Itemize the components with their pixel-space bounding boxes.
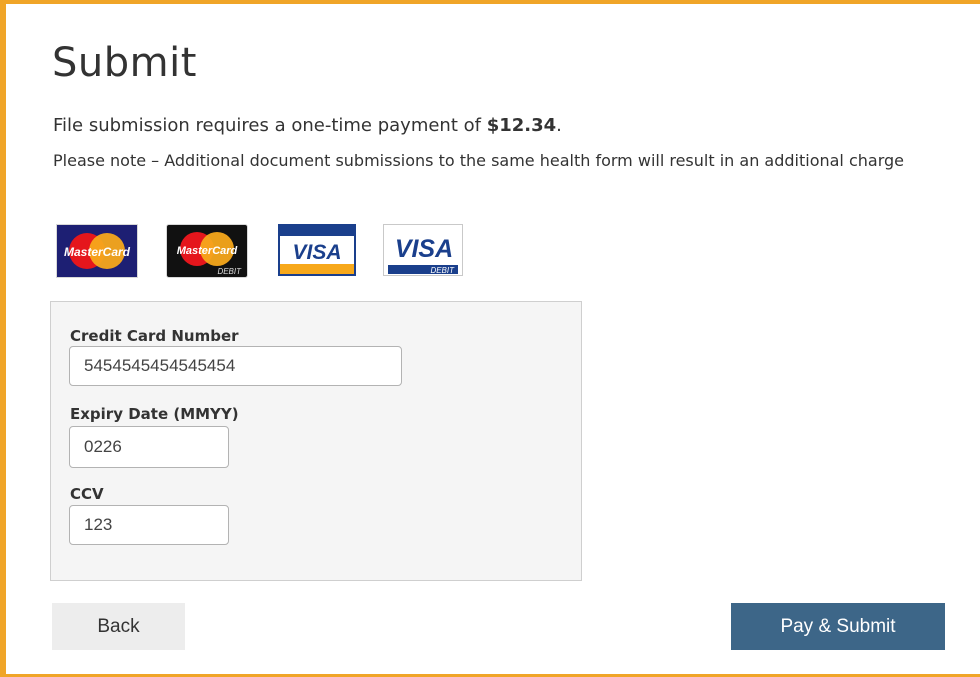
back-button[interactable]: Back <box>52 603 185 650</box>
page-title: Submit <box>52 40 197 86</box>
payment-text: File submission requires a one-time paym… <box>53 115 487 136</box>
additional-charge-note: Please note – Additional document submis… <box>53 151 904 170</box>
pay-and-submit-button[interactable]: Pay & Submit <box>731 603 945 650</box>
mastercard-icon: MasterCard <box>56 224 138 278</box>
mastercard-debit-icon: MasterCard DEBIT <box>166 224 248 278</box>
visa-debit-icon: VISA DEBIT <box>383 224 463 276</box>
payment-period: . <box>556 115 562 136</box>
visa-debit-label: VISA <box>395 235 453 263</box>
payment-amount: $12.34 <box>486 115 557 136</box>
mastercard-debit-label: MasterCard <box>177 245 238 257</box>
payment-requirement-text: File submission requires a one-time paym… <box>53 115 562 136</box>
mastercard-label: MasterCard <box>64 245 131 259</box>
visa-icon: VISA <box>278 224 356 276</box>
card-number-label: Credit Card Number <box>70 327 239 345</box>
visa-label: VISA <box>292 241 341 264</box>
mastercard-debit-sub: DEBIT <box>217 267 242 276</box>
payment-form: Credit Card Number Expiry Date (MMYY) CC… <box>50 301 582 581</box>
expiry-date-label: Expiry Date (MMYY) <box>70 405 239 423</box>
card-number-input[interactable] <box>69 346 402 386</box>
ccv-label: CCV <box>70 485 104 503</box>
expiry-date-input[interactable] <box>69 426 229 468</box>
visa-debit-sub: DEBIT <box>430 266 455 275</box>
ccv-input[interactable] <box>69 505 229 545</box>
